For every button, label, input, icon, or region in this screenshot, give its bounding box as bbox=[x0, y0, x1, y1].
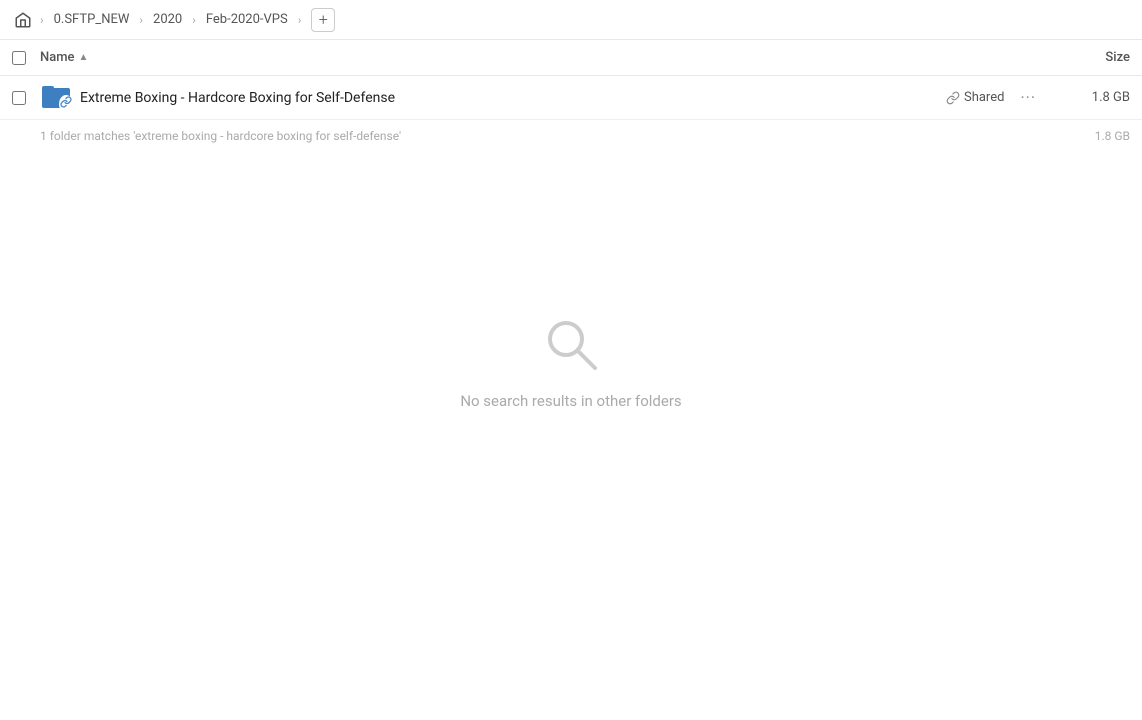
breadcrumb-sep-3: › bbox=[192, 13, 196, 27]
select-all-checkbox[interactable] bbox=[12, 51, 26, 65]
row-checkbox[interactable] bbox=[12, 91, 26, 105]
breadcrumb-item-1[interactable]: 2020 bbox=[149, 10, 186, 29]
folder-icon-container bbox=[40, 82, 72, 114]
sort-arrow-icon: ▲ bbox=[79, 52, 89, 63]
file-action-buttons: Shared ··· bbox=[946, 86, 1042, 109]
shared-status: Shared bbox=[946, 90, 1004, 105]
search-empty-icon bbox=[539, 312, 603, 376]
home-button[interactable] bbox=[12, 9, 34, 31]
shared-label-text: Shared bbox=[964, 90, 1004, 105]
file-name-label: Extreme Boxing - Hardcore Boxing for Sel… bbox=[80, 90, 946, 106]
add-breadcrumb-button[interactable]: + bbox=[311, 8, 335, 32]
search-summary-size: 1.8 GB bbox=[1050, 129, 1130, 143]
empty-state-container: No search results in other folders bbox=[0, 312, 1142, 410]
more-options-button[interactable]: ··· bbox=[1014, 86, 1042, 109]
select-all-checkbox-container[interactable] bbox=[12, 51, 40, 65]
link-icon-badge bbox=[59, 95, 73, 113]
empty-search-icon bbox=[539, 312, 603, 380]
row-checkbox-container[interactable] bbox=[12, 91, 40, 105]
folder-icon-wrapper bbox=[42, 84, 70, 112]
name-column-label: Name bbox=[40, 50, 75, 65]
breadcrumb-sep-2: › bbox=[139, 13, 143, 27]
file-size-value: 1.8 GB bbox=[1050, 90, 1130, 105]
empty-state-text: No search results in other folders bbox=[460, 392, 681, 410]
name-column-header[interactable]: Name ▲ bbox=[40, 50, 1050, 65]
link-icon bbox=[946, 91, 960, 105]
breadcrumb-item-2[interactable]: Feb-2020-VPS bbox=[202, 10, 292, 29]
breadcrumb-bar: › 0.SFTP_NEW › 2020 › Feb-2020-VPS › + bbox=[0, 0, 1142, 40]
breadcrumb-sep-1: › bbox=[40, 13, 44, 27]
column-header-row: Name ▲ Size bbox=[0, 40, 1142, 76]
search-summary-row: 1 folder matches 'extreme boxing - hardc… bbox=[0, 120, 1142, 152]
size-column-header[interactable]: Size bbox=[1050, 50, 1130, 65]
breadcrumb-sep-4: › bbox=[298, 13, 302, 27]
breadcrumb-item-0[interactable]: 0.SFTP_NEW bbox=[50, 10, 134, 29]
search-summary-text: 1 folder matches 'extreme boxing - hardc… bbox=[40, 129, 401, 143]
file-list-row[interactable]: Extreme Boxing - Hardcore Boxing for Sel… bbox=[0, 76, 1142, 120]
